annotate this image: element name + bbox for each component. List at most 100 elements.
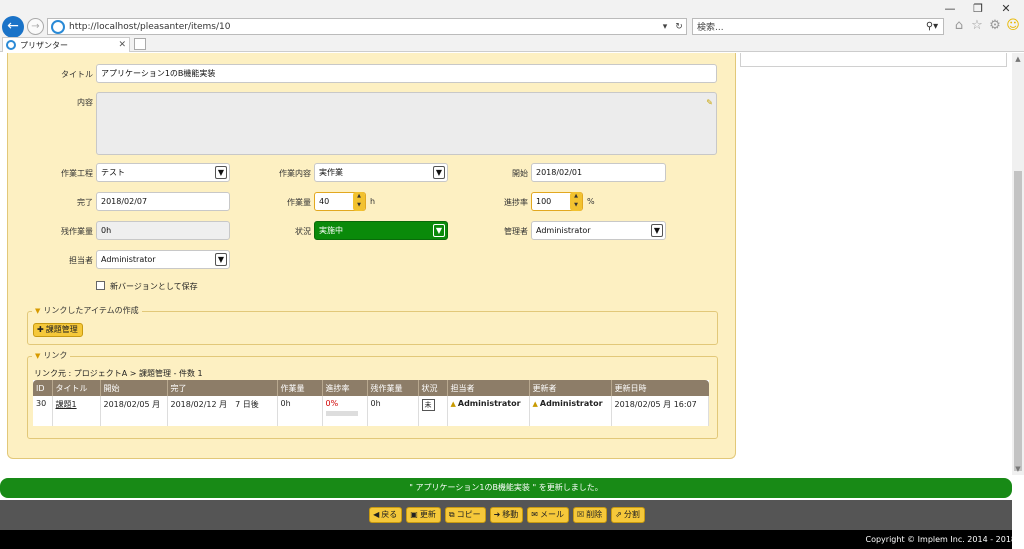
spinner-icon[interactable]: ▲ ▼	[570, 192, 582, 211]
owner-label: 担当者	[69, 256, 93, 265]
linked-create-fieldset	[27, 311, 718, 345]
col-workload[interactable]: 作業量	[277, 380, 323, 396]
tab-close-icon[interactable]: ✕	[118, 40, 126, 50]
col-id[interactable]: ID	[33, 380, 53, 396]
owner-select[interactable]: Administrator ▼	[96, 250, 230, 269]
save-new-version-checkbox[interactable]	[96, 281, 105, 290]
remaining-field: 0h	[96, 221, 230, 240]
body-label: 内容	[77, 98, 93, 107]
cell-status: 未	[418, 396, 448, 426]
split-label: 分割	[623, 510, 640, 519]
table-row[interactable]: 30 課題1 2018/02/05 月 2018/02/12 月 7 日後 0h…	[33, 396, 709, 426]
update-button[interactable]: ▣ 更新	[406, 507, 441, 523]
cell-updater: ▲ Administrator	[529, 396, 612, 426]
delete-label: 削除	[586, 510, 603, 519]
home-icon[interactable]: ⌂	[952, 18, 966, 34]
body-textarea[interactable]: ✎	[96, 92, 717, 155]
links-legend-text: リンク	[43, 351, 68, 360]
split-button[interactable]: ⇗ 分割	[611, 507, 645, 523]
back-circle-icon: ◀	[373, 510, 380, 519]
triangle-down-icon: ▼	[35, 307, 41, 315]
col-remaining[interactable]: 残作業量	[367, 380, 419, 396]
status-select[interactable]: 実施中 ▼	[314, 221, 448, 240]
smiley-icon[interactable]: ☺	[1006, 18, 1020, 34]
page-scrollbar[interactable]: ▲ ▼	[1012, 53, 1024, 475]
chevron-down-icon[interactable]: ▼	[433, 166, 445, 179]
cell-title-link[interactable]: 課題1	[56, 400, 77, 409]
mail-button[interactable]: ✉ メール	[527, 507, 569, 523]
manager-select[interactable]: Administrator ▼	[531, 221, 666, 240]
close-window-icon[interactable]: ✕	[992, 2, 1020, 16]
tab-ie-icon	[6, 40, 16, 50]
scroll-up-icon[interactable]: ▲	[1012, 55, 1024, 63]
scroll-down-icon[interactable]: ▼	[1012, 465, 1024, 473]
forward-arrow-icon[interactable]: →	[27, 18, 44, 35]
spinner-icon[interactable]: ▲ ▼	[353, 192, 365, 211]
new-tab-button[interactable]	[134, 38, 146, 50]
refresh-icon[interactable]: ↻	[672, 22, 686, 32]
process-select[interactable]: テスト ▼	[96, 163, 230, 182]
create-issue-button[interactable]: ✚ 課題管理	[33, 323, 83, 337]
links-legend[interactable]: ▼ リンク	[32, 350, 71, 361]
col-owner[interactable]: 担当者	[447, 380, 530, 396]
progress-input[interactable]: 100 ▲ ▼	[531, 192, 583, 211]
triangle-down-icon: ▼	[35, 352, 41, 360]
col-title[interactable]: タイトル	[52, 380, 101, 396]
col-start[interactable]: 開始	[100, 380, 168, 396]
workload-unit: h	[370, 197, 376, 206]
chevron-down-icon[interactable]: ▼	[433, 224, 445, 237]
cell-remaining: 0h	[367, 396, 419, 426]
end-date-input[interactable]: 2018/02/07	[96, 192, 230, 211]
restore-icon[interactable]: ❐	[964, 2, 992, 16]
copy-label: コピー	[456, 510, 481, 519]
person-icon: ▲	[450, 400, 456, 408]
browser-tools: ⌂ ☆ ⚙ ☺	[952, 18, 1020, 34]
col-status[interactable]: 状況	[418, 380, 448, 396]
minimize-icon[interactable]: —	[936, 2, 964, 16]
work-type-select[interactable]: 実作業 ▼	[314, 163, 448, 182]
address-bar[interactable]: http://localhost/pleasanter/items/10 ▾ ↻	[47, 18, 687, 35]
delete-button[interactable]: ☒ 削除	[572, 507, 608, 523]
url-text[interactable]: http://localhost/pleasanter/items/10	[69, 22, 658, 32]
cell-id: 30	[33, 396, 53, 426]
status-label: 状況	[295, 227, 311, 236]
browser-tab[interactable]: プリザンター ✕	[2, 37, 130, 52]
col-progress[interactable]: 進捗率	[322, 380, 368, 396]
mail-label: メール	[539, 510, 564, 519]
cell-start: 2018/02/05 月	[100, 396, 168, 426]
title-label: タイトル	[61, 70, 93, 79]
search-box[interactable]: 検索... ⚲▾	[692, 18, 944, 35]
chevron-down-icon[interactable]: ▼	[651, 224, 663, 237]
move-arrow-icon: ➜	[493, 510, 501, 519]
scrollbar-thumb[interactable]	[1014, 171, 1022, 471]
col-end[interactable]: 完了	[167, 380, 278, 396]
col-updated[interactable]: 更新日時	[611, 380, 709, 396]
chevron-down-icon[interactable]: ▼	[215, 253, 227, 266]
dropdown-icon[interactable]: ▾	[658, 22, 672, 32]
links-table: ID タイトル 開始 完了 作業量 進捗率 残作業量 状況 担当者 更新者 更新…	[33, 380, 709, 426]
title-input[interactable]: アプリケーション1のB機能実装	[96, 64, 717, 83]
start-date-input[interactable]: 2018/02/01	[531, 163, 666, 182]
pencil-icon[interactable]: ✎	[706, 94, 713, 111]
progress-value: 100	[536, 197, 552, 206]
cell-title[interactable]: 課題1	[52, 396, 101, 426]
workload-input[interactable]: 40 ▲ ▼	[314, 192, 366, 211]
save-new-version-label[interactable]: 新バージョンとして保存	[110, 281, 198, 292]
back-arrow-icon[interactable]: ←	[2, 16, 24, 38]
back-button[interactable]: ◀ 戻る	[369, 507, 403, 523]
copy-button[interactable]: ⧉ コピー	[444, 507, 486, 523]
chevron-down-icon[interactable]: ▼	[215, 166, 227, 179]
gear-icon[interactable]: ⚙	[988, 18, 1002, 34]
move-button[interactable]: ➜ 移動	[489, 507, 524, 523]
tab-title[interactable]: プリザンター	[20, 40, 118, 51]
col-updater[interactable]: 更新者	[529, 380, 612, 396]
workload-label: 作業量	[287, 198, 311, 207]
mail-icon: ✉	[531, 510, 538, 519]
favorites-star-icon[interactable]: ☆	[970, 18, 984, 34]
search-placeholder[interactable]: 検索...	[697, 20, 921, 33]
search-icon[interactable]: ⚲▾	[921, 21, 943, 32]
window-controls: — ❐ ✕	[936, 2, 1020, 16]
cell-end: 2018/02/12 月 7 日後	[167, 396, 278, 426]
browser-chrome: — ❐ ✕ ← → http://localhost/pleasanter/it…	[0, 0, 1024, 52]
linked-create-legend[interactable]: ▼ リンクしたアイテムの作成	[32, 305, 142, 316]
